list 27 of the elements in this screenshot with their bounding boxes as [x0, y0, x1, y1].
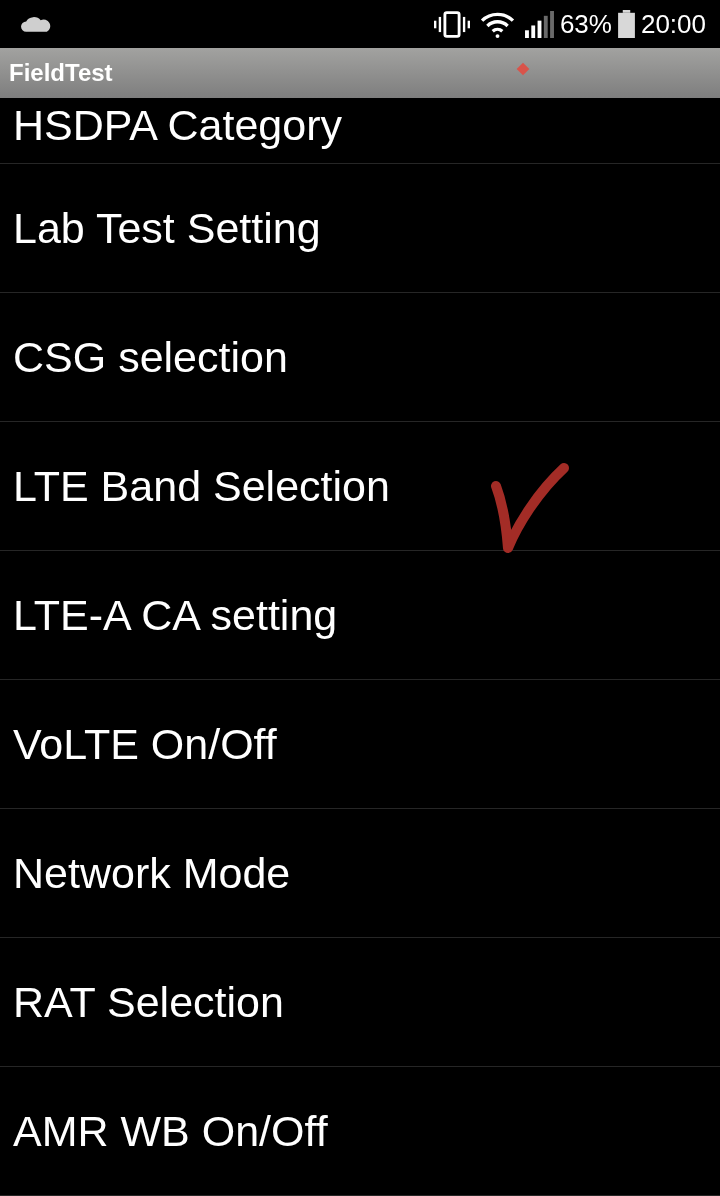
battery-icon [617, 10, 635, 38]
menu-item-label: LTE Band Selection [13, 461, 390, 511]
menu-item[interactable]: VoLTE On/Off [0, 680, 720, 809]
menu-item-label: LTE-A CA setting [13, 590, 338, 640]
menu-item-label: HSDPA Category [13, 100, 342, 150]
diamond-icon [516, 62, 530, 76]
menu-item[interactable]: RAT Selection [0, 938, 720, 1067]
app-title: FieldTest [9, 59, 113, 87]
battery-percent: 63% [559, 9, 612, 39]
menu-item[interactable]: LTE Band Selection [0, 422, 720, 551]
menu-item[interactable]: HSDPA Category [0, 98, 720, 164]
cloud-icon [20, 16, 51, 32]
menu-item-label: Network Mode [13, 848, 291, 898]
menu-item-label: Lab Test Setting [13, 203, 321, 253]
menu-item-label: RAT Selection [13, 977, 284, 1027]
menu-item[interactable]: LTE-A CA setting [0, 551, 720, 680]
menu-item[interactable]: CSG selection [0, 293, 720, 422]
vibrate-icon [433, 10, 470, 38]
menu-item[interactable]: Lab Test Setting [0, 164, 720, 293]
menu-item-label: AMR WB On/Off [13, 1106, 328, 1156]
menu-item[interactable]: Network Mode [0, 809, 720, 938]
signal-icon [524, 10, 554, 38]
menu-item-label: CSG selection [13, 332, 288, 382]
wifi-icon [479, 10, 515, 38]
clock-time: 20:00 [640, 9, 706, 39]
menu-item[interactable]: AMR WB On/Off [0, 1067, 720, 1196]
menu-item-label: VoLTE On/Off [13, 719, 277, 769]
